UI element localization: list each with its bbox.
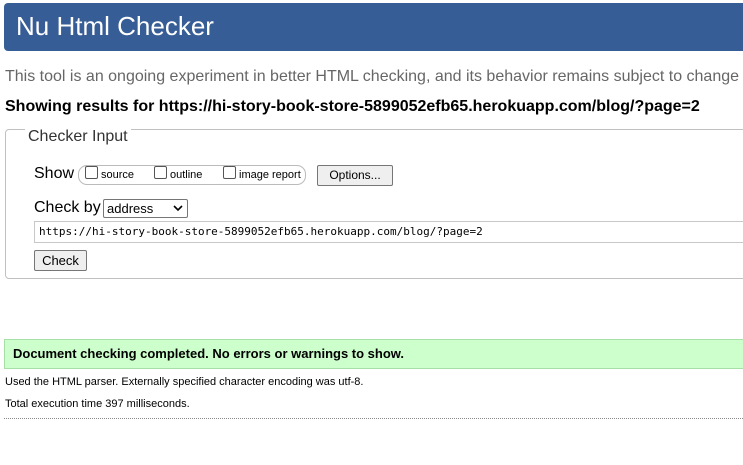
intro-text: This tool is an ongoing experiment in be… [5,68,740,85]
check-by-select[interactable]: address [103,199,188,218]
page-header: Nu Html Checker [4,3,743,51]
showing-prefix: Showing results for [5,98,159,115]
checked-url: https://hi-story-book-store-5899052efb65… [158,98,700,115]
source-checkbox[interactable] [85,166,98,179]
divider [4,418,743,419]
image-report-checkbox[interactable] [223,166,236,179]
check-by-label: Check by [34,199,101,216]
outline-checkbox-label[interactable]: outline [170,169,202,181]
page-title: Nu Html Checker [16,11,214,41]
showing-results-heading: Showing results for https://hi-story-boo… [5,98,700,116]
image-report-checkbox-label[interactable]: image report [239,169,301,181]
execution-time: Total execution time 397 milliseconds. [5,398,190,410]
chevron-down-icon [173,205,183,212]
check-by-selected-value: address [107,201,154,216]
source-checkbox-label[interactable]: source [101,169,134,181]
show-label: Show [34,165,75,182]
outline-checkbox[interactable] [154,166,167,179]
options-button[interactable]: Options... [317,165,393,186]
address-input[interactable]: https://hi-story-book-store-5899052efb65… [34,221,743,243]
success-message: Document checking completed. No errors o… [4,339,743,369]
check-button[interactable]: Check [34,250,87,271]
checker-input-legend: Checker Input [25,128,131,146]
parser-info: Used the HTML parser. Externally specifi… [5,376,364,388]
